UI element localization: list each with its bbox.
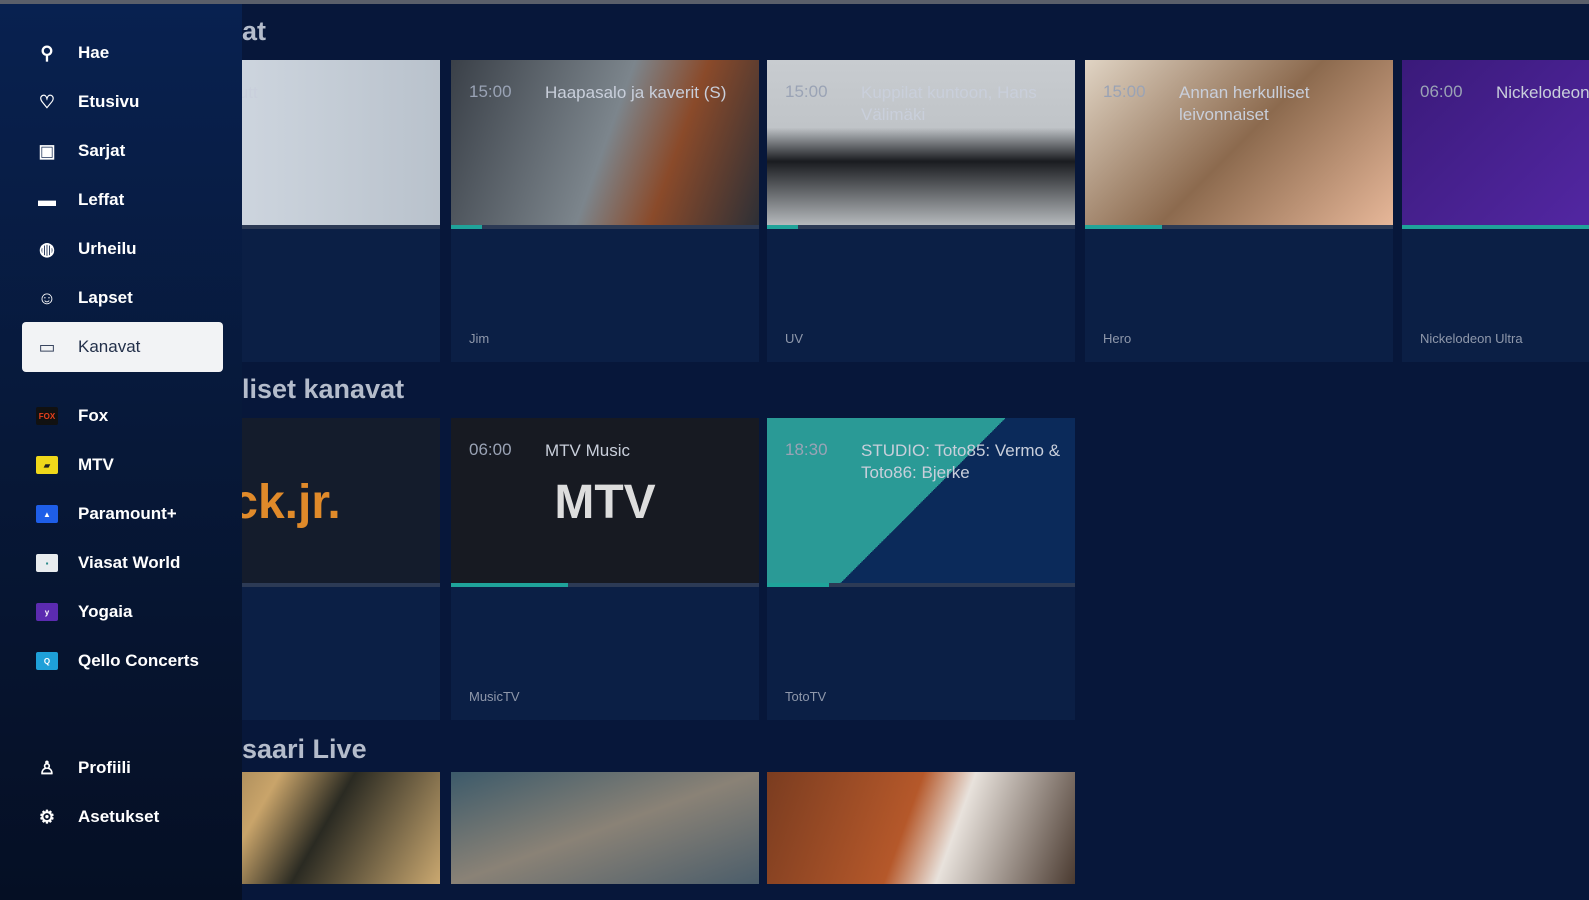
progress-bar	[1402, 225, 1589, 229]
program-time: 15:00	[1103, 82, 1146, 101]
sidebar-item-label: Kanavat	[78, 337, 141, 356]
sports-ball-icon: ◍	[39, 238, 55, 259]
program-card[interactable]: 06:00 Nickelodeon Plus Nickelodeon Ultra	[1402, 60, 1589, 362]
sidebar-channel-qello-concerts[interactable]: Q Qello Concerts	[22, 636, 223, 686]
sidebar-item-label: Sarjat	[78, 141, 126, 160]
sidebar-item-profiili[interactable]: ♙ Profiili	[22, 743, 223, 793]
program-time: 15:00	[469, 82, 512, 101]
program-time: 06:00	[469, 440, 512, 459]
progress-bar	[767, 225, 1075, 229]
progress-bar	[451, 225, 759, 229]
progress-bar	[767, 583, 1075, 587]
channel-logo-icon: FOX	[36, 407, 58, 425]
program-title: Nick Jr.	[242, 440, 332, 462]
program-card[interactable]: MTV 06:00 MTV Music MusicTV	[451, 418, 759, 720]
heart-icon: ♡	[38, 91, 56, 112]
sidebar-item-etusivu[interactable]: ♡ Etusivu	[22, 77, 223, 127]
sidebar-item-label: Urheilu	[78, 239, 137, 258]
sidebar-item-label: Profiili	[78, 758, 131, 777]
progress-bar	[242, 583, 440, 587]
sidebar-item-label: Hae	[78, 43, 110, 62]
progress-bar	[451, 583, 759, 587]
sidebar-item-label: Asetukset	[78, 807, 160, 826]
channel-name: TotoTV	[785, 689, 827, 704]
live-card-tiger[interactable]	[242, 772, 440, 884]
main-content: at liset kanavat saari Live emppa vai mu…	[242, 4, 1589, 900]
channel-name: Hero	[1103, 331, 1132, 346]
sidebar-item-label: Lapset	[78, 288, 133, 307]
sidebar-item-label: Paramount+	[78, 504, 177, 523]
program-title: Annan herkulliset leivonnaiset	[1179, 83, 1310, 124]
sidebar-item-lapset[interactable]: ☺ Lapset	[22, 273, 223, 323]
sidebar-item-leffat[interactable]: ▬ Leffat	[22, 175, 223, 225]
kids-icon: ☺	[37, 287, 57, 308]
section-heading: at	[242, 16, 267, 46]
program-card[interactable]: emppa vai muutt Vancouver	[242, 60, 440, 362]
sidebar-item-label: Leffat	[78, 190, 125, 209]
channel-name: Nickelodeon Ultra	[1420, 331, 1523, 346]
channel-name: MusicTV	[469, 689, 520, 704]
program-title: Nickelodeon Plus	[1496, 83, 1589, 102]
program-card[interactable]: 15:00 Kuppilat kuntoon, Hans Välimäki UV	[767, 60, 1075, 362]
progress-bar	[1085, 225, 1393, 229]
sidebar-item-sarjat[interactable]: ▣ Sarjat	[22, 126, 223, 176]
program-title: Kuppilat kuntoon, Hans Välimäki	[861, 83, 1037, 124]
profile-icon: ♙	[38, 757, 56, 778]
progress-bar	[242, 225, 440, 229]
program-title: STUDIO: Toto85: Vermo & Toto86: Bjerke	[861, 441, 1061, 482]
sidebar-item-hae[interactable]: ⚲ Hae	[22, 28, 223, 78]
sidebar-item-label: Fox	[78, 406, 109, 425]
program-card[interactable]: 15:00 Annan herkulliset leivonnaiset Her…	[1085, 60, 1393, 362]
sidebar-channel-yogaia[interactable]: y Yogaia	[22, 587, 223, 637]
program-time: 18:30	[785, 440, 828, 459]
sidebar-item-kanavat[interactable]: ▭ Kanavat	[22, 322, 223, 372]
sidebar-channel-mtv[interactable]: ▰ MTV	[22, 440, 223, 490]
channel-logo-icon: ▪	[36, 554, 58, 572]
sidebar-item-label: Viasat World	[78, 553, 181, 572]
sidebar-item-label: Yogaia	[78, 602, 133, 621]
channel-logo-icon: y	[36, 603, 58, 621]
live-card-otter[interactable]	[451, 772, 759, 884]
section-heading: liset kanavat	[242, 374, 405, 404]
program-card[interactable]: 18:30 STUDIO: Toto85: Vermo & Toto86: Bj…	[767, 418, 1075, 720]
series-icon: ▣	[38, 140, 56, 161]
channel-name: Jim	[469, 331, 490, 346]
program-title: MTV Music	[545, 441, 630, 460]
tv-icon: ▭	[38, 336, 56, 357]
program-time: 06:00	[1420, 82, 1463, 101]
sidebar-item-urheilu[interactable]: ◍ Urheilu	[22, 224, 223, 274]
channel-logo-icon: ▲	[36, 505, 58, 523]
program-time: 15:00	[785, 82, 828, 101]
sidebar: ⚲ Hae ♡ Etusivu ▣ Sarjat ▬ Leffat ◍ Urheilu ☺ Lapse…	[0, 4, 242, 900]
program-title: Haapasalo ja kaverit (S)	[545, 83, 727, 102]
section-heading: saari Live	[242, 734, 367, 764]
sidebar-item-label: Etusivu	[78, 92, 140, 111]
live-card-red-panda[interactable]	[767, 772, 1075, 884]
settings-gear-icon: ⚙	[38, 806, 56, 827]
program-card[interactable]: 15:00 Haapasalo ja kaverit (S) Jim	[451, 60, 759, 362]
program-title: emppa vai muutt Vancouver	[242, 83, 258, 102]
channel-name: UV	[785, 331, 804, 346]
sidebar-item-label: MTV	[78, 455, 114, 474]
sidebar-channel-paramount-[interactable]: ▲ Paramount+	[22, 489, 223, 539]
sidebar-channel-fox[interactable]: FOX Fox	[22, 391, 223, 441]
program-card[interactable]: ck.jr. Nick Jr.	[242, 418, 440, 720]
movie-icon: ▬	[38, 189, 56, 210]
search-icon: ⚲	[40, 42, 54, 63]
channel-logo-icon: Q	[36, 652, 58, 670]
sidebar-item-label: Qello Concerts	[78, 651, 199, 670]
sidebar-item-asetukset[interactable]: ⚙ Asetukset	[22, 792, 223, 842]
sidebar-channel-viasat-world[interactable]: ▪ Viasat World	[22, 538, 223, 588]
channel-logo-icon: ▰	[36, 456, 58, 474]
